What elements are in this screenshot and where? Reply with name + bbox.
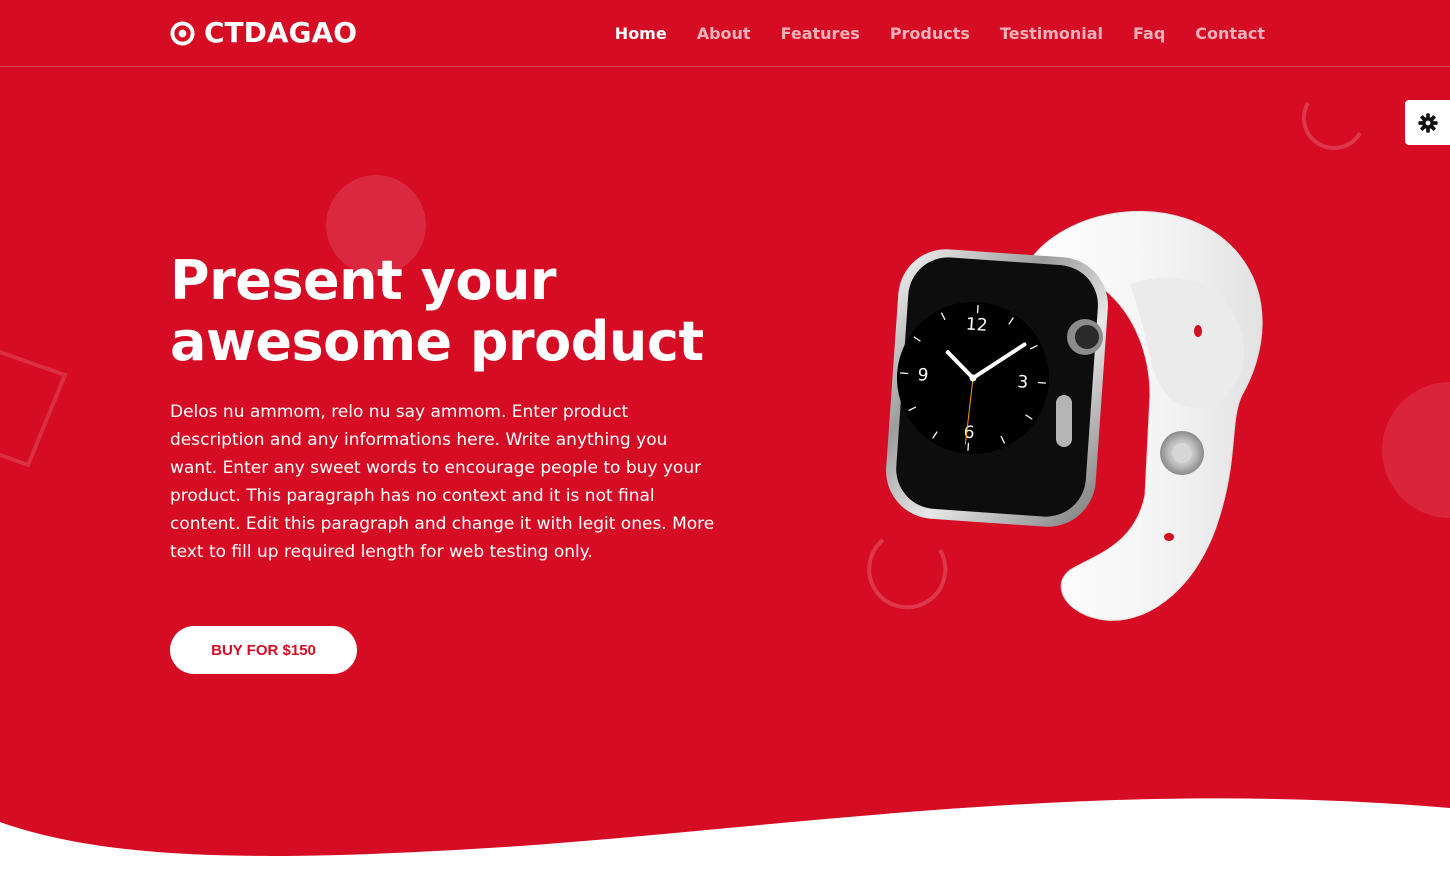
nav-link-contact[interactable]: Contact	[1195, 24, 1265, 43]
brand-name: CTDAGAO	[204, 16, 358, 49]
hero-bottom-wave	[0, 798, 1450, 880]
decorative-square-outline	[0, 349, 68, 468]
smartwatch-image: 12 3 6 9	[886, 210, 1263, 621]
dial-numeral-6: 6	[963, 423, 975, 444]
nav-link-home[interactable]: Home	[615, 24, 667, 43]
brand-logo[interactable]: CTDAGAO	[170, 16, 357, 50]
nav-link-faq[interactable]: Faq	[1133, 24, 1165, 43]
hero-headline: Present your awesome product	[170, 250, 715, 372]
dial-numeral-12: 12	[965, 314, 988, 335]
hero-headline-line1: Present your	[170, 249, 557, 312]
nav-link-testimonial[interactable]: Testimonial	[1000, 24, 1103, 43]
hero-description: Delos nu ammom, relo nu say ammom. Enter…	[170, 402, 715, 562]
main-nav: Home About Features Products Testimonial…	[615, 0, 1265, 66]
hero-content: Present your awesome product Delos nu am…	[170, 250, 715, 566]
buy-button[interactable]: BUY FOR $150	[170, 626, 357, 674]
decorative-arc-top-right	[1302, 102, 1362, 151]
decorative-circle-right-edge	[1382, 382, 1450, 518]
nav-link-features[interactable]: Features	[781, 24, 860, 43]
dial-numeral-9: 9	[917, 365, 929, 386]
nav-link-about[interactable]: About	[697, 24, 751, 43]
hero-headline-line2: awesome product	[170, 310, 704, 373]
dial-numeral-3: 3	[1017, 372, 1029, 393]
site-header: CTDAGAO Home About Features Products Tes…	[0, 0, 1450, 67]
settings-toggle-button[interactable]	[1405, 100, 1450, 145]
target-icon	[170, 20, 195, 46]
nav-link-products[interactable]: Products	[890, 24, 970, 43]
gear-icon	[1417, 112, 1438, 133]
